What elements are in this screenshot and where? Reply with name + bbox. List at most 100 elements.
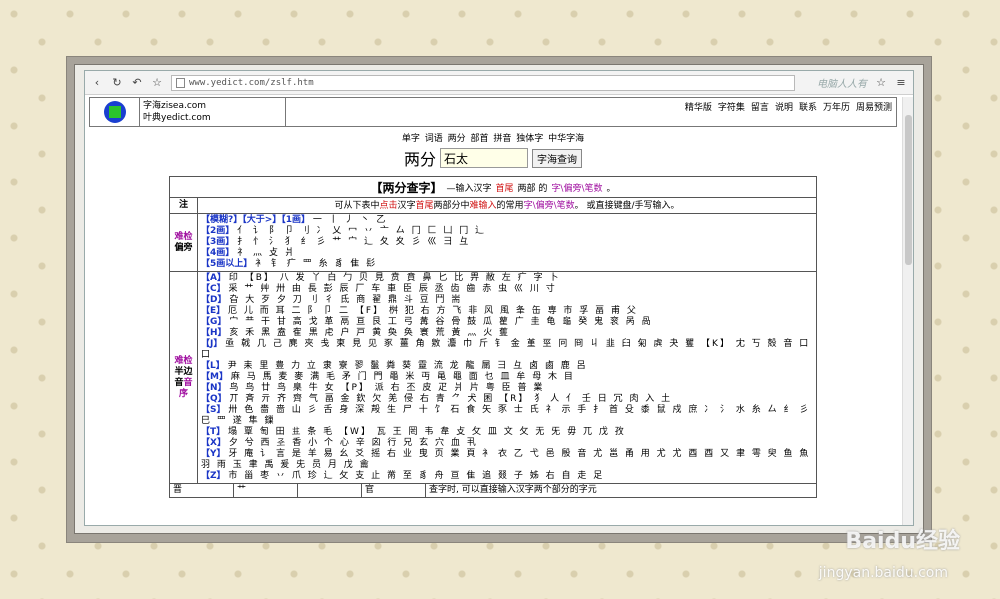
char-line-chars[interactable]: 旮 大 歹 夕 刀 刂 彳 氐 商 翟 鼎 斗 豆 鬥 耑 (229, 295, 462, 305)
char-line-tag[interactable]: 【4画】 (201, 248, 234, 258)
char-line-tag[interactable]: 【T】 (201, 427, 225, 437)
char-line-tag[interactable]: 【A】 (201, 273, 226, 283)
panel-title: 【两分查字】 —输入汉字 首尾 两部 的字\偏旁\笔数。 (169, 176, 817, 198)
char-line-chars[interactable]: 亻 讠 阝 卩 刂 冫 乂 冖 丷 亠 厶 冂 匚 凵 冂 辶 (237, 226, 486, 236)
char-line: 【E】 厄 儿 而 耳 二 阝 卩 二 【F】 桝 犯 右 方 飞 非 风 風 … (201, 306, 813, 317)
main-nav[interactable]: 单字 词语 两分 部首 拼音 独体字 中华字海 (85, 131, 901, 144)
site-link-zisea[interactable]: 字海zisea.com (143, 100, 282, 112)
nav-jinghua[interactable]: 精华版 (685, 100, 712, 113)
nav-zhouyi[interactable]: 周易预测 (856, 100, 892, 113)
char-line: 【N】 鸟 鸟 廿 鸟 臬 牛 女 【P】 派 右 丕 皮 疋 爿 片 粤 臣 … (201, 383, 813, 394)
char-line-tag[interactable]: 【D】 (201, 295, 226, 305)
char-line-tag[interactable]: 【S】 (201, 405, 225, 415)
vertical-scrollbar[interactable] (902, 97, 913, 525)
star-icon[interactable]: ☆ (151, 76, 163, 89)
char-line-tag[interactable]: 【E】 (201, 306, 225, 316)
char-line-chars[interactable]: 亥 禾 黑 盍 隺 黒 虍 户 戸 黄 奐 奂 寰 荒 黃 灬 火 蒦 (229, 328, 510, 338)
page-icon (176, 77, 185, 88)
bottom-cell: 晋 (170, 484, 234, 497)
halves-row: 难检 半边 音音序 【A】 印 【B】 八 发 丫 白 勹 贝 見 贲 賁 鼻 匕 … (169, 272, 817, 484)
char-line-chars[interactable]: 礻 灬 攴 爿 (237, 248, 296, 258)
panel-subtitle-red: 首尾 (495, 183, 514, 194)
radicals-label: 难检 偏旁 (170, 214, 198, 271)
page-content: 字海zisea.com 叶典yedict.com 精华版 字符集 留言 说明 联… (85, 97, 913, 525)
char-line-tag[interactable]: 【Q】 (201, 394, 227, 404)
lookup-panel: 【两分查字】 —输入汉字 首尾 两部 的字\偏旁\笔数。 注 可从下表中点击汉字首尾… (169, 176, 817, 498)
char-line: 【T】 塌 覃 匋 田 𠀎 条 毛 【W】 瓦 王 罔 韦 韋 攴 攵 皿 文 … (201, 427, 813, 438)
char-line: 【H】 亥 禾 黑 盍 隺 黒 虍 户 戸 黄 奐 奂 寰 荒 黃 灬 火 蒦 (201, 328, 813, 339)
radicals-list: 【模糊?】【大于>】【1画】 一 丨 丿 丶 乙【2画】 亻 讠 阝 卩 刂 冫… (198, 214, 816, 271)
char-line-tag[interactable]: 【L】 (201, 361, 225, 371)
char-line-chars[interactable]: 亟 戟 几 己 麂 夾 戋 柬 見 见 豖 薑 角 敫 灋 巾 斤 钅 金 堇 … (201, 339, 810, 360)
char-line-chars[interactable]: 牙 庵 讠 言 是 羊 易 幺 爻 摇 右 业 曳 页 業 頁 衤 衣 乙 弋 … (201, 449, 810, 470)
note-row: 注 可从下表中点击汉字首尾两部分中难输入的常用字\偏旁\笔数。 或直接键盘/手写… (169, 198, 817, 214)
char-line: 【X】 夕 兮 西 𢀖 香 小 个 心 辛 囟 行 兄 玄 穴 血 丮 (201, 438, 813, 449)
back-icon[interactable]: ‹ (91, 76, 103, 89)
char-line-chars[interactable]: 扌 忄 氵 犭 纟 彡 艹 宀 辶 夂 夊 彡 巛 彐 彑 (237, 237, 470, 247)
scrollbar-thumb[interactable] (905, 115, 912, 265)
nav-lianxi[interactable]: 联系 (799, 100, 817, 113)
nav-zifuji[interactable]: 字符集 (718, 100, 745, 113)
halves-list: 【A】 印 【B】 八 发 丫 白 勹 贝 見 贲 賁 鼻 匕 比 畀 敝 左 … (198, 272, 816, 483)
char-line-tag[interactable]: 【X】 (201, 438, 226, 448)
site-link-yedict[interactable]: 叶典yedict.com (143, 112, 282, 124)
char-line: 【模糊?】【大于>】【1画】 一 丨 丿 丶 乙 (201, 215, 813, 226)
toolbar-logo: 电脑人人有 (817, 79, 867, 90)
search-row: 两分 字海查询 (85, 146, 901, 170)
search-button[interactable]: 字海查询 (532, 148, 582, 168)
address-bar[interactable]: www.yedict.com/zslf.htm (171, 74, 795, 91)
radicals-row: 难检 偏旁 【模糊?】【大于>】【1画】 一 丨 丿 丶 乙【2画】 亻 讠 阝 … (169, 214, 817, 272)
char-line-chars[interactable]: 丌 斉 亓 齐 齊 气 畐 金 欽 欠 羌 侵 右 青 ⺈ 犬 囷 【R】 犭 … (230, 394, 673, 404)
note-text: 可从下表中点击汉字首尾两部分中难输入的常用字\偏旁\笔数。 或直接键盘/手写输入… (334, 201, 680, 211)
char-line: 【Q】 丌 斉 亓 齐 齊 气 畐 金 欽 欠 羌 侵 右 青 ⺈ 犬 囷 【R… (201, 394, 813, 405)
search-input[interactable] (440, 148, 528, 168)
char-line-tag[interactable]: 【C】 (201, 284, 226, 294)
panel-subtitle-purple: 字\偏旁\笔数 (551, 183, 603, 194)
char-line-chars[interactable]: 塌 覃 匋 田 𠀎 条 毛 【W】 瓦 王 罔 韦 韋 攴 攵 皿 文 攵 无 … (228, 427, 626, 437)
char-line-chars[interactable]: 卅 色 嗇 啬 山 彡 舌 身 深 殸 生 尸 十 饣 石 食 矢 豕 士 氏 … (201, 405, 810, 426)
baidu-watermark-url: jingyan.baidu.com (818, 565, 948, 581)
char-line-chars[interactable]: 宀 龷 干 甘 高 戈 革 鬲 亘 艮 工 弓 冓 谷 骨 鼓 瓜 雚 广 圭 … (229, 317, 652, 327)
bottom-cell (298, 484, 362, 497)
nav-wannianli[interactable]: 万年历 (823, 100, 850, 113)
char-line-chars[interactable]: 采 艹 艸 卅 由 長 彭 辰 厂 车 車 臣 辰 丞 齿 齒 赤 虫 巛 川 … (228, 284, 556, 294)
char-line-chars[interactable]: 麻 马 馬 麦 麥 满 毛 矛 门 門 黽 米 丏 黾 黽 面 乜 皿 牟 母 … (231, 372, 575, 382)
panel-subtitle: —输入汉字 (446, 183, 492, 194)
char-line-chars[interactable]: 市 甾 枣 丷 爪 珍 辶 攵 支 止 黹 至 豸 舟 亘 隹 追 叕 子 姊 … (228, 471, 604, 481)
site-links: 字海zisea.com 叶典yedict.com (140, 98, 286, 126)
char-line-tag[interactable]: 【3画】 (201, 237, 234, 247)
char-line: 【S】 卅 色 嗇 啬 山 彡 舌 身 深 殸 生 尸 十 饣 石 食 矢 豕 … (201, 405, 813, 427)
char-line-tag[interactable]: 【G】 (201, 317, 226, 327)
bottom-cell: 查字时, 可以直接输入汉字两个部分的字元 (429, 485, 597, 495)
char-line-tag[interactable]: 【模糊?】【大于>】【1画】 (201, 215, 310, 225)
char-line-tag[interactable]: 【J】 (201, 339, 222, 349)
char-line-chars[interactable]: 厄 儿 而 耳 二 阝 卩 二 【F】 桝 犯 右 方 飞 非 风 風 夆 缶 … (228, 306, 638, 316)
menu-icon[interactable]: ≡ (895, 76, 907, 89)
undo-icon[interactable]: ↶ (131, 76, 143, 89)
site-logo[interactable] (90, 98, 140, 126)
char-line-chars[interactable]: 一 丨 丿 丶 乙 (313, 215, 387, 225)
char-line-tag[interactable]: 【H】 (201, 328, 227, 338)
char-line: 【A】 印 【B】 八 发 丫 白 勹 贝 見 贲 賁 鼻 匕 比 畀 敝 左 … (201, 273, 813, 284)
browser-toolbar: ‹ ↻ ↶ ☆ www.yedict.com/zslf.htm 电脑人人有 ☆ … (85, 71, 913, 95)
char-line-tag[interactable]: 【N】 (201, 383, 227, 393)
bookmark-star-icon[interactable]: ☆ (875, 76, 887, 89)
char-line-chars[interactable]: 衤 钅 疒 罒 糸 豸 隹 髟 (255, 259, 377, 269)
char-line-tag[interactable]: 【5画以上】 (201, 259, 252, 269)
char-line-tag[interactable]: 【Y】 (201, 449, 226, 459)
refresh-icon[interactable]: ↻ (111, 76, 123, 89)
char-line-tag[interactable]: 【Z】 (201, 471, 226, 481)
nav-shuoming[interactable]: 说明 (775, 100, 793, 113)
top-nav: 精华版 字符集 留言 说明 联系 万年历 周易预测 (286, 98, 896, 113)
char-line-tag[interactable]: 【2画】 (201, 226, 234, 236)
halves-label: 难检 半边 音音序 (170, 272, 198, 483)
url-text: www.yedict.com/zslf.htm (189, 77, 314, 88)
char-line-chars[interactable]: 夕 兮 西 𢀖 香 小 个 心 辛 囟 行 兄 玄 穴 血 丮 (229, 438, 478, 448)
char-line-chars[interactable]: 印 【B】 八 发 丫 白 勹 贝 見 贲 賁 鼻 匕 比 畀 敝 左 疒 字 … (229, 273, 561, 283)
char-line-tag[interactable]: 【M】 (201, 372, 228, 382)
char-line: 【C】 采 艹 艸 卅 由 長 彭 辰 厂 车 車 臣 辰 丞 齿 齒 赤 虫 … (201, 284, 813, 295)
char-line-chars[interactable]: 鸟 鸟 廿 鸟 臬 牛 女 【P】 派 右 丕 皮 疋 爿 片 粤 臣 普 業 (229, 383, 544, 393)
nav-liuyan[interactable]: 留言 (751, 100, 769, 113)
char-line-chars[interactable]: 尹 耒 里 豊 力 立 隶 寮 翏 鬣 粦 葵 靈 流 龙 龍 屚 彐 彑 卤 … (228, 361, 588, 371)
search-label: 两分 (403, 150, 436, 169)
